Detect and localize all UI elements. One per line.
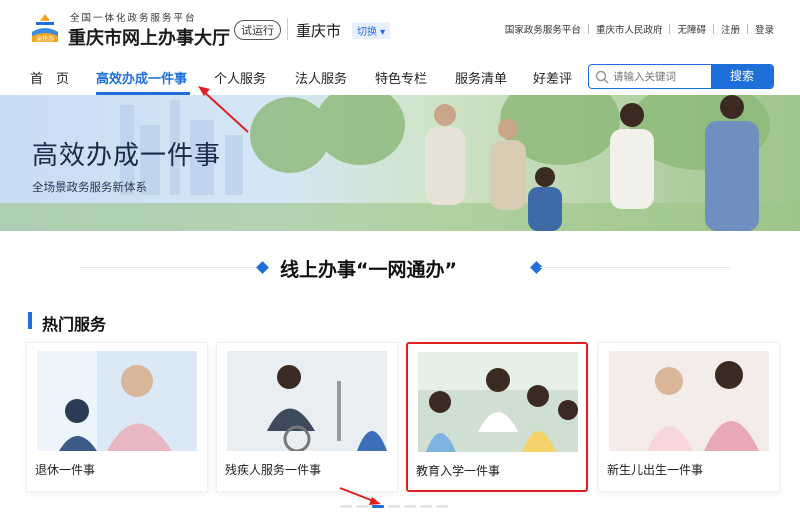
search-box: 搜索 xyxy=(588,64,774,89)
carousel-dot[interactable] xyxy=(340,505,352,508)
nav-item-home[interactable]: 首 页 xyxy=(30,68,69,87)
nav-item-personal[interactable]: 个人服务 xyxy=(214,68,266,87)
current-city: 重庆市 xyxy=(296,22,342,40)
card-label: 退休一件事 xyxy=(35,463,96,477)
search-icon xyxy=(595,70,609,84)
logo-icon[interactable]: 渝快办 xyxy=(28,12,62,46)
carousel-dot[interactable] xyxy=(404,505,416,508)
nav-item-legal-entity[interactable]: 法人服务 xyxy=(295,68,347,87)
nav-item-one-thing[interactable]: 高效办成一件事 xyxy=(96,68,187,87)
header-divider xyxy=(287,18,288,40)
search-button[interactable]: 搜索 xyxy=(711,65,773,88)
hot-services-title: 热门服务 xyxy=(42,315,107,334)
carousel-dot[interactable] xyxy=(356,505,368,508)
search-input[interactable] xyxy=(613,65,713,88)
site-title[interactable]: 重庆市网上办事大厅 xyxy=(68,24,230,50)
hero-banner[interactable]: 高效办成一件事 全场景政务服务新体系 xyxy=(0,95,800,231)
service-card-education[interactable]: 教育入学一件事 xyxy=(406,342,588,492)
platform-subtitle: 全国一体化政务服务平台 xyxy=(70,13,197,24)
top-links: 国家政务服务平台 重庆市人民政府 无障碍 注册 登录 xyxy=(505,22,774,36)
link-national-platform[interactable]: 国家政务服务平台 xyxy=(505,22,581,36)
arrowhead-icon xyxy=(369,497,381,505)
link-separator xyxy=(587,24,589,34)
section-divider-left xyxy=(80,267,260,268)
top-header: 渝快办 全国一体化政务服务平台 重庆市网上办事大厅 试运行 重庆市 切换 ▾ 国… xyxy=(0,0,800,56)
link-separator xyxy=(669,24,671,34)
link-separator xyxy=(746,24,748,34)
link-login[interactable]: 登录 xyxy=(755,22,774,36)
carousel-dot[interactable] xyxy=(388,505,400,508)
banner-title: 高效办成一件事 xyxy=(32,141,222,171)
carousel-dot-active[interactable] xyxy=(372,505,384,508)
link-accessibility[interactable]: 无障碍 xyxy=(677,22,706,36)
carousel-dot[interactable] xyxy=(436,505,448,508)
card-label: 残疾人服务一件事 xyxy=(225,463,322,477)
card-image xyxy=(418,352,578,452)
card-image xyxy=(609,351,769,451)
city-switch-button[interactable]: 切换 ▾ xyxy=(352,22,391,39)
carousel-pagination xyxy=(340,505,448,508)
section-diamond-icon xyxy=(256,261,269,274)
service-card-disability[interactable]: 残疾人服务一件事 xyxy=(216,342,398,492)
card-image xyxy=(227,351,387,451)
trial-badge: 试运行 xyxy=(234,20,281,40)
carousel-dot[interactable] xyxy=(420,505,432,508)
link-city-government[interactable]: 重庆市人民政府 xyxy=(596,22,663,36)
section-title: 线上办事“一网通办” xyxy=(280,259,457,281)
banner-subtitle: 全场景政务服务新体系 xyxy=(32,180,147,194)
service-card-retirement[interactable]: 退休一件事 xyxy=(26,342,208,492)
nav-item-special-columns[interactable]: 特色专栏 xyxy=(375,68,427,87)
card-image xyxy=(37,351,197,451)
link-register[interactable]: 注册 xyxy=(721,22,740,36)
card-label: 教育入学一件事 xyxy=(416,464,501,478)
link-separator xyxy=(712,24,714,34)
nav-item-feedback[interactable]: 好差评 xyxy=(533,68,572,87)
card-label: 新生儿出生一件事 xyxy=(607,463,704,477)
section-divider-right xyxy=(540,267,730,268)
hot-services-marker xyxy=(28,312,32,329)
service-card-newborn[interactable]: 新生儿出生一件事 xyxy=(598,342,780,492)
svg-text:渝快办: 渝快办 xyxy=(36,35,54,43)
nav-item-service-list[interactable]: 服务清单 xyxy=(455,68,507,87)
